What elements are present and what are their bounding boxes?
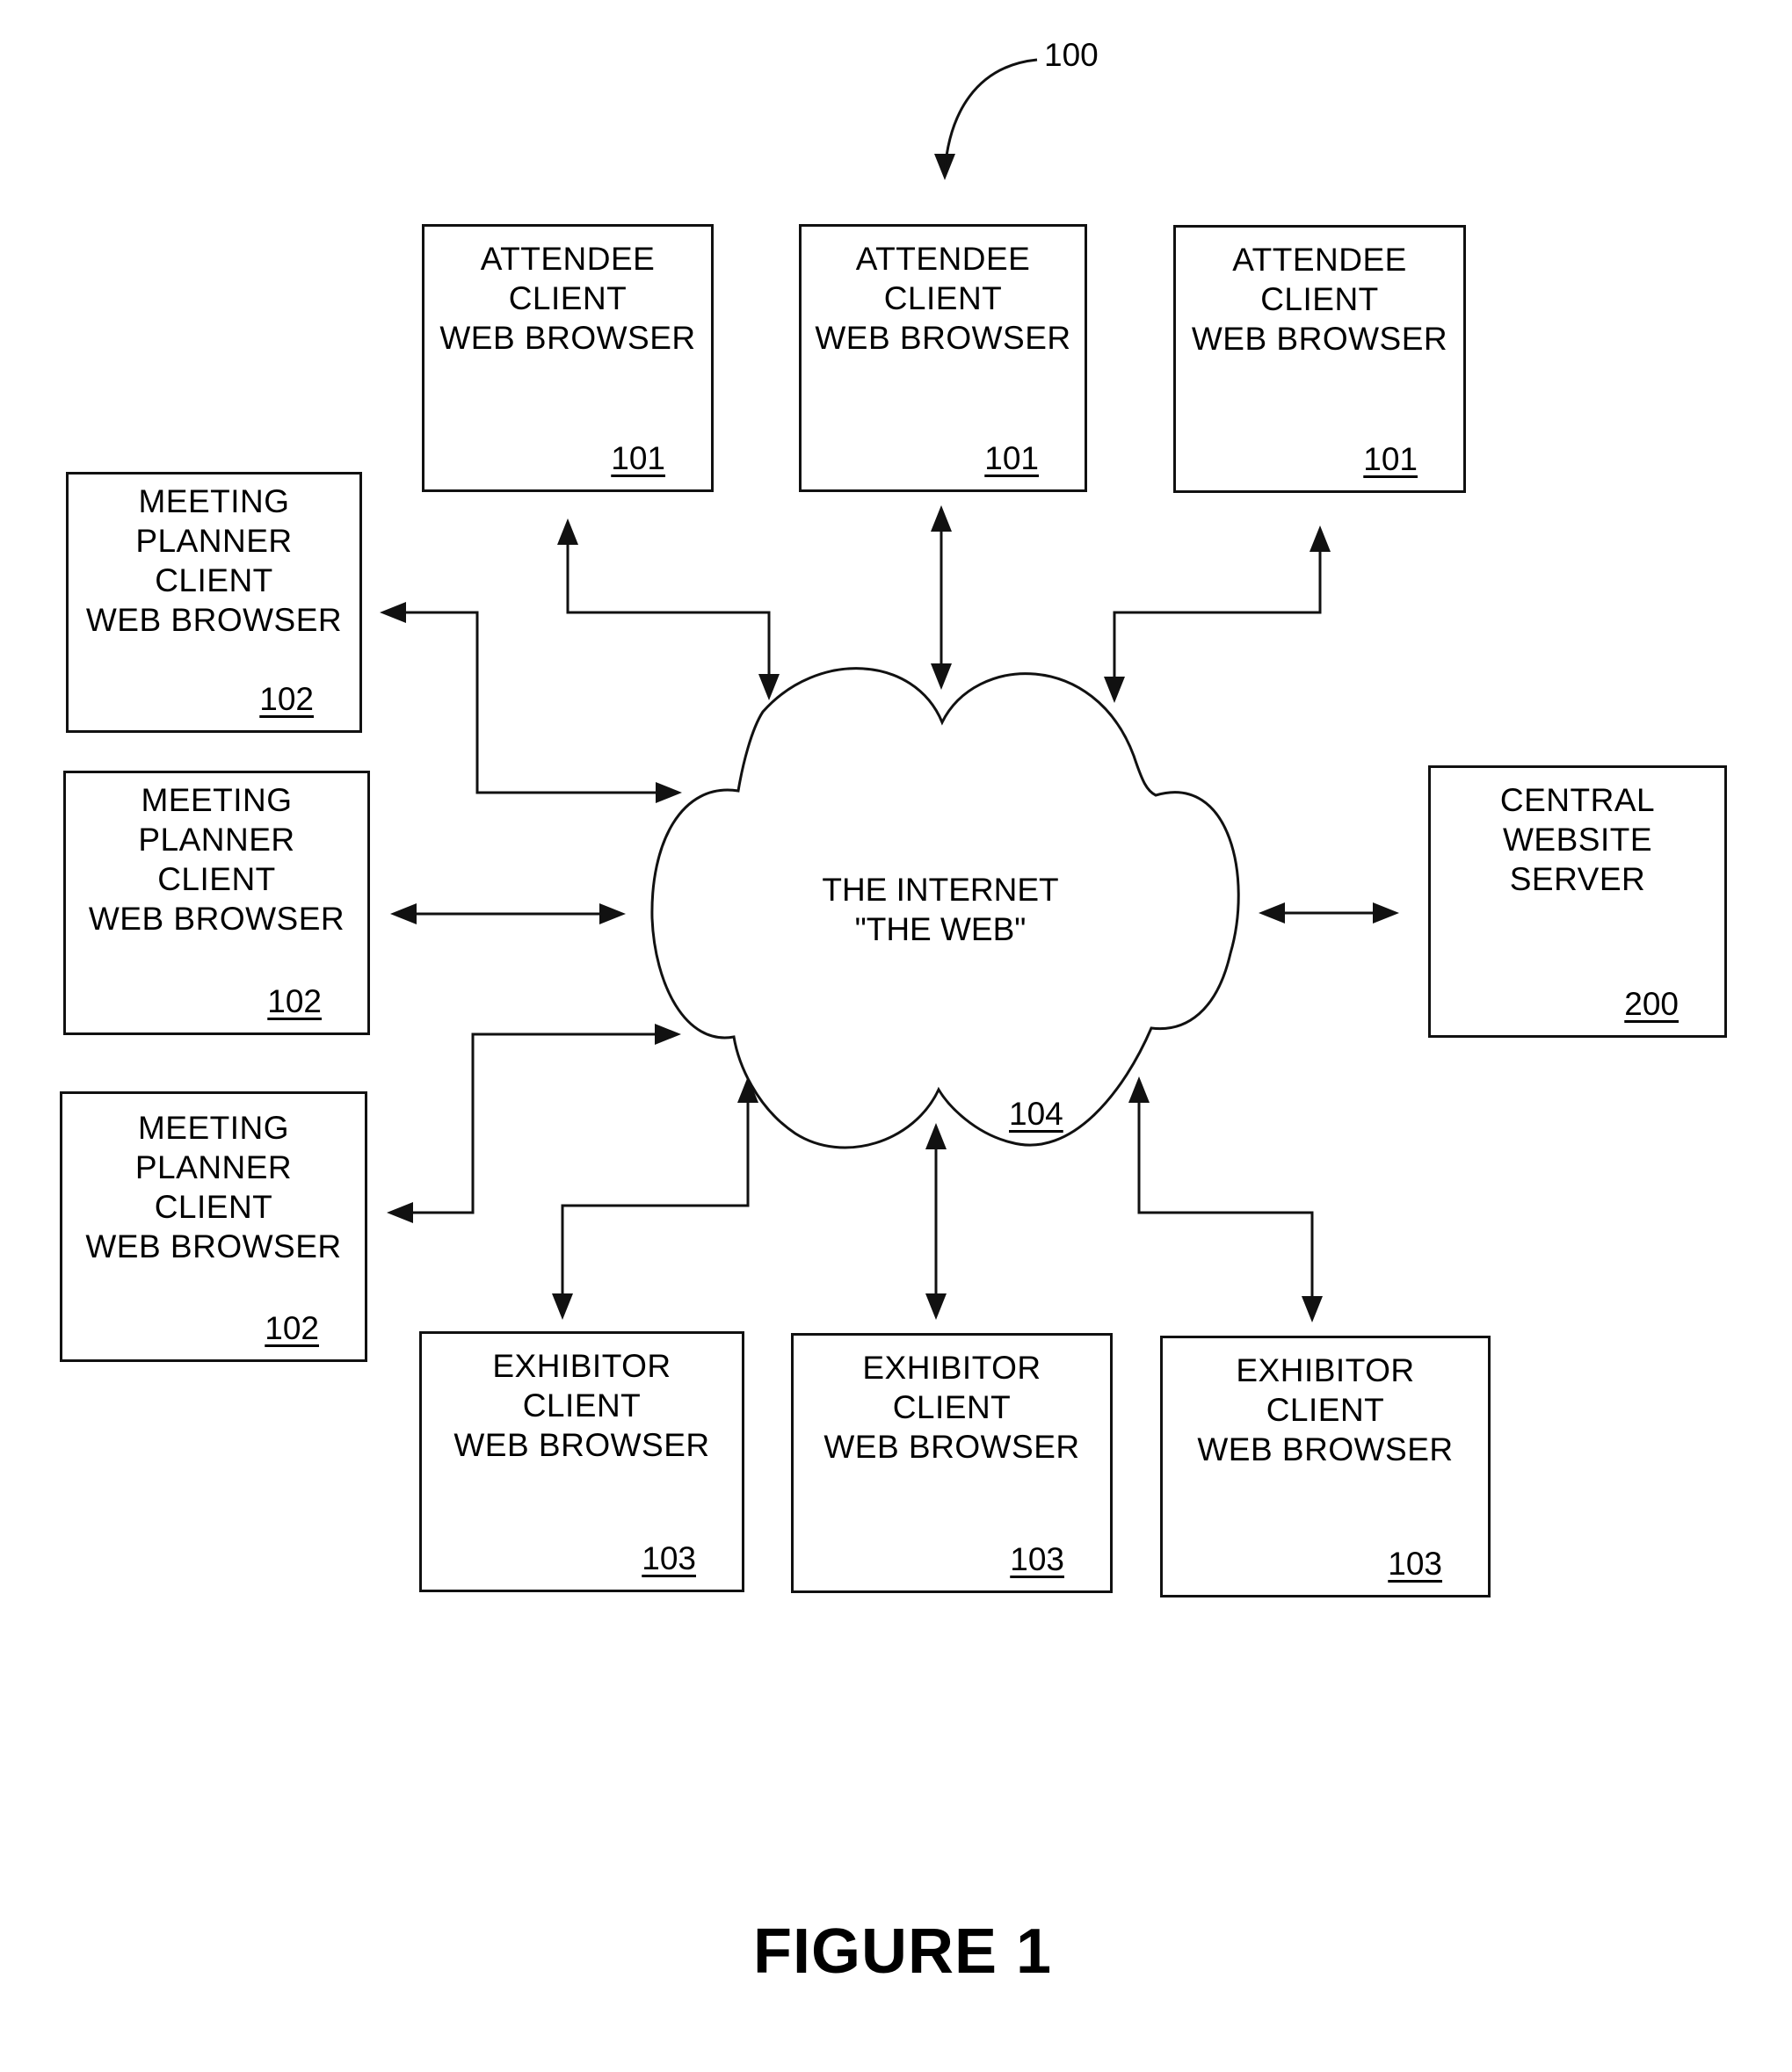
attendee-client-box: ATTENDEE CLIENT WEB BROWSER 101 <box>1173 225 1466 493</box>
exhibitor-connector <box>561 1083 750 1314</box>
planner-client-label: MEETING PLANNER CLIENT WEB BROWSER <box>85 483 343 638</box>
planner-connector <box>387 611 677 794</box>
planner-connector-arrowhead <box>390 903 417 924</box>
planner-connector-arrowhead <box>387 1202 413 1223</box>
attendee-connector-arrowhead <box>931 663 952 690</box>
central-server-box: CENTRAL WEBSITE SERVER 200 <box>1428 765 1727 1038</box>
exhibitor-client-ref: 103 <box>1010 1541 1064 1577</box>
exhibitor-client-box: EXHIBITOR CLIENT WEB BROWSER 103 <box>419 1331 744 1592</box>
system-ref-leader <box>943 58 1038 172</box>
attendee-client-label: ATTENDEE CLIENT WEB BROWSER <box>815 241 1071 356</box>
system-ref-label: 100 <box>1044 37 1099 73</box>
exhibitor-connector-arrowhead <box>552 1293 573 1320</box>
attendee-connector <box>566 525 771 696</box>
attendee-client-ref: 101 <box>611 440 665 476</box>
attendee-connector-arrowhead <box>931 505 952 532</box>
exhibitor-connector-arrowhead <box>1302 1296 1323 1322</box>
figure-caption: FIGURE 1 <box>753 1916 1053 1987</box>
exhibitor-connector <box>1137 1083 1314 1316</box>
exhibitor-client-label: EXHIBITOR CLIENT WEB BROWSER <box>1197 1352 1454 1467</box>
planner-connector-arrowhead <box>380 602 406 623</box>
planner-client-box: MEETING PLANNER CLIENT WEB BROWSER 102 <box>60 1091 367 1362</box>
exhibitor-client-ref: 103 <box>1388 1546 1442 1582</box>
planner-client-ref: 102 <box>259 681 314 717</box>
attendee-client-label: ATTENDEE CLIENT WEB BROWSER <box>1191 242 1448 357</box>
planner-client-ref: 102 <box>265 1310 319 1346</box>
exhibitor-client-box: EXHIBITOR CLIENT WEB BROWSER 103 <box>1160 1336 1491 1597</box>
planner-connector-arrowhead <box>599 903 626 924</box>
planner-client-box: MEETING PLANNER CLIENT WEB BROWSER 102 <box>63 771 370 1035</box>
attendee-connector-arrowhead <box>1310 525 1331 552</box>
planner-client-box: MEETING PLANNER CLIENT WEB BROWSER 102 <box>66 472 362 733</box>
exhibitor-connector-arrowhead <box>925 1293 947 1320</box>
server-connector-arrowhead <box>1373 902 1399 924</box>
attendee-connector-arrowhead <box>557 518 578 545</box>
attendee-connector-arrowhead <box>1104 677 1125 703</box>
attendee-client-ref: 101 <box>1363 441 1418 477</box>
planner-client-label: MEETING PLANNER CLIENT WEB BROWSER <box>85 1110 342 1264</box>
attendee-client-label: ATTENDEE CLIENT WEB BROWSER <box>439 241 696 356</box>
exhibitor-client-label: EXHIBITOR CLIENT WEB BROWSER <box>823 1350 1080 1465</box>
exhibitor-connector-arrowhead <box>925 1123 947 1149</box>
exhibitor-client-box: EXHIBITOR CLIENT WEB BROWSER 103 <box>791 1333 1113 1593</box>
planner-connector <box>394 1032 675 1214</box>
attendee-connector-arrowhead <box>758 674 780 700</box>
central-server-label: CENTRAL WEBSITE SERVER <box>1499 782 1656 897</box>
exhibitor-client-ref: 103 <box>642 1540 696 1576</box>
internet-ref: 104 <box>1009 1096 1063 1132</box>
planner-client-label: MEETING PLANNER CLIENT WEB BROWSER <box>88 782 345 937</box>
planner-client-ref: 102 <box>267 983 322 1019</box>
exhibitor-client-label: EXHIBITOR CLIENT WEB BROWSER <box>453 1348 710 1463</box>
exhibitor-connector-arrowhead <box>1128 1076 1150 1103</box>
planner-connector-arrowhead <box>656 782 682 803</box>
attendee-client-box: ATTENDEE CLIENT WEB BROWSER 101 <box>422 224 714 492</box>
planner-connector-arrowhead <box>655 1024 681 1045</box>
server-connector-arrowhead <box>1259 902 1285 924</box>
attendee-client-ref: 101 <box>984 440 1039 476</box>
central-server-ref: 200 <box>1624 986 1679 1022</box>
attendee-client-box: ATTENDEE CLIENT WEB BROWSER 101 <box>799 224 1087 492</box>
internet-label: THE INTERNET "THE WEB" <box>822 872 1059 947</box>
attendee-connector <box>1113 532 1322 699</box>
